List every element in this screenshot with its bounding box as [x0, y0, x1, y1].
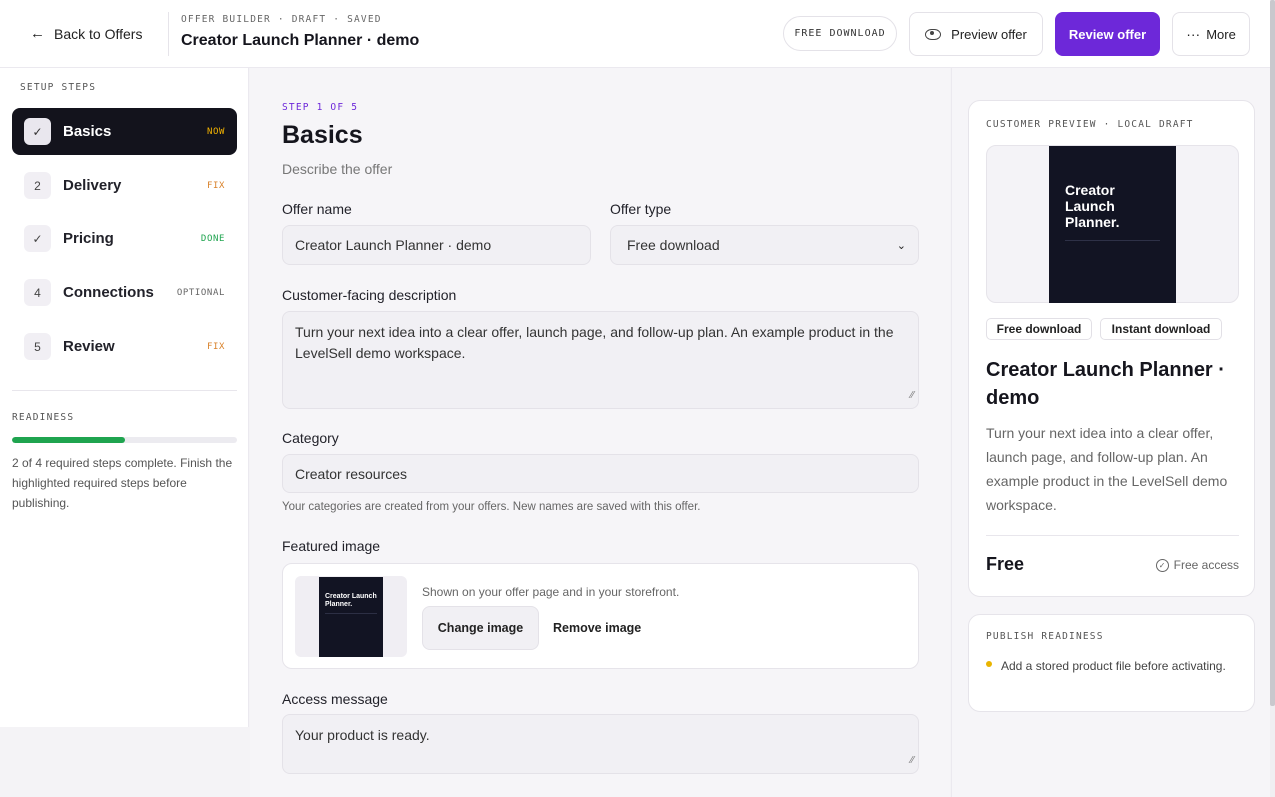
- access-text: Free access: [1173, 558, 1239, 572]
- publish-readiness-label: PUBLISH READINESS: [986, 631, 1104, 642]
- preview-description: Turn your next idea into a clear offer, …: [986, 425, 1228, 513]
- description-value: Turn your next idea into a clear offer, …: [295, 324, 894, 361]
- cover-image-frame: Creator Launch Planner.: [986, 145, 1239, 303]
- offer-name-input[interactable]: Creator Launch Planner · demo: [282, 225, 591, 265]
- tag-chip: Free download: [986, 318, 1092, 340]
- preview-panel: CUSTOMER PREVIEW · LOCAL DRAFT Creator L…: [951, 68, 1270, 797]
- publish-readiness-item: Add a stored product file before activat…: [1001, 659, 1226, 673]
- step-basics[interactable]: ✓ Basics NOW: [12, 108, 237, 155]
- cover-divider: [1065, 240, 1160, 241]
- scrollbar-thumb[interactable]: [1270, 0, 1275, 706]
- offer-type-value: Free download: [627, 237, 720, 253]
- resize-handle-icon[interactable]: ⁄⁄: [911, 750, 914, 771]
- main-form: STEP 1 OF 5 Basics Describe the offer Of…: [250, 68, 950, 797]
- step-status-badge: FIX: [206, 180, 225, 191]
- warning-dot-icon: [986, 661, 992, 667]
- header-divider: [168, 12, 169, 56]
- section-title: Basics: [282, 121, 363, 149]
- access-message-label: Access message: [282, 691, 388, 707]
- featured-image-thumbnail: Creator Launch Planner.: [295, 576, 407, 657]
- readiness-text: 2 of 4 required steps complete. Finish t…: [12, 456, 233, 510]
- section-subtitle: Describe the offer: [282, 161, 393, 177]
- step-status-badge: OPTIONAL: [176, 287, 225, 298]
- more-dots-icon: ···: [1186, 26, 1201, 42]
- step-delivery[interactable]: 2 Delivery FIX: [12, 162, 237, 209]
- access-message-value: Your product is ready.: [295, 727, 430, 743]
- more-button[interactable]: ··· More: [1172, 12, 1250, 56]
- customer-preview-label: CUSTOMER PREVIEW · LOCAL DRAFT: [986, 119, 1194, 130]
- preview-price: Free: [986, 554, 1025, 574]
- review-offer-label: Review offer: [1068, 26, 1147, 42]
- preview-divider: [986, 535, 1239, 536]
- preview-offer-button[interactable]: Preview offer: [909, 12, 1043, 56]
- preview-offer-label: Preview offer: [951, 26, 1027, 42]
- customer-preview-card: CUSTOMER PREVIEW · LOCAL DRAFT Creator L…: [968, 100, 1255, 597]
- step-label: Review: [63, 338, 115, 355]
- featured-image-label: Featured image: [282, 538, 381, 554]
- featured-image-card: Creator Launch Planner. Shown on your of…: [282, 563, 919, 669]
- back-to-offers-link[interactable]: ← Back to Offers: [30, 25, 142, 42]
- category-input[interactable]: Creator resources: [282, 454, 919, 493]
- step-number: 5: [24, 333, 51, 360]
- category-value: Creator resources: [295, 465, 408, 482]
- step-number: 2: [24, 172, 51, 199]
- top-bar: ← Back to Offers OFFER BUILDER · DRAFT ·…: [0, 0, 1270, 68]
- step-label: Pricing: [63, 230, 114, 247]
- sidebar-divider: [12, 390, 237, 391]
- check-icon: ✓: [24, 225, 51, 252]
- offer-type-pill[interactable]: FREE DOWNLOAD: [783, 16, 897, 51]
- step-status-badge: FIX: [206, 341, 225, 352]
- arrow-left-icon: ←: [30, 25, 45, 42]
- step-pricing[interactable]: ✓ Pricing DONE: [12, 215, 237, 262]
- breadcrumb: OFFER BUILDER · DRAFT · SAVED: [181, 14, 382, 25]
- readiness-label: READINESS: [12, 412, 75, 423]
- publish-readiness-card: PUBLISH READINESS Add a stored product f…: [968, 614, 1255, 712]
- step-label: Basics: [63, 123, 112, 140]
- step-status-badge: NOW: [206, 126, 225, 137]
- access-indicator: ✓ Free access: [1155, 558, 1239, 572]
- step-review[interactable]: 5 Review FIX: [12, 323, 237, 370]
- step-connections[interactable]: 4 Connections OPTIONAL: [12, 269, 237, 316]
- review-offer-button[interactable]: Review offer: [1055, 12, 1160, 56]
- step-label: Connections: [63, 284, 154, 301]
- readiness-progress-fill: [12, 437, 125, 443]
- description-label: Customer-facing description: [282, 287, 457, 303]
- page-title: Creator Launch Planner · demo: [181, 32, 420, 49]
- setup-steps-label: SETUP STEPS: [20, 82, 97, 93]
- check-circle-icon: ✓: [1155, 558, 1169, 572]
- access-message-textarea[interactable]: Your product is ready. ⁄⁄: [282, 714, 919, 774]
- offer-type-label: Offer type: [610, 201, 672, 217]
- step-indicator: STEP 1 OF 5: [282, 102, 359, 113]
- chevron-down-icon: ⌄: [896, 239, 906, 252]
- tag-chip: Instant download: [1100, 318, 1222, 340]
- eye-icon: [925, 28, 942, 40]
- featured-image-hint: Shown on your offer page and in your sto…: [422, 585, 680, 599]
- category-label: Category: [282, 430, 339, 446]
- offer-name-label: Offer name: [282, 201, 352, 217]
- step-number: 4: [24, 279, 51, 306]
- setup-sidebar: SETUP STEPS ✓ Basics NOW 2 Delivery FIX …: [0, 68, 249, 727]
- readiness-progress-bar: [12, 437, 237, 443]
- more-label: More: [1206, 26, 1236, 42]
- category-hint: Your categories are created from your of…: [282, 501, 701, 513]
- step-status-badge: DONE: [200, 233, 225, 244]
- step-label: Delivery: [63, 177, 122, 194]
- description-textarea[interactable]: Turn your next idea into a clear offer, …: [282, 311, 919, 409]
- thumb-divider: [325, 613, 377, 614]
- page-scrollbar[interactable]: [1270, 0, 1275, 797]
- back-label: Back to Offers: [54, 25, 143, 42]
- offer-type-select[interactable]: Free download ⌄: [610, 225, 919, 265]
- change-image-button[interactable]: Change image: [422, 606, 539, 650]
- cover-title: Creator Launch Planner.: [1065, 182, 1120, 230]
- cover-image: Creator Launch Planner.: [1049, 146, 1176, 303]
- offer-name-value: Creator Launch Planner · demo: [295, 237, 492, 253]
- remove-image-button[interactable]: Remove image: [553, 606, 653, 650]
- cover-thumbnail: Creator Launch Planner.: [319, 577, 383, 657]
- resize-handle-icon[interactable]: ⁄⁄: [911, 385, 914, 406]
- thumb-title: Creator Launch Planner.: [325, 593, 377, 608]
- check-icon: ✓: [24, 118, 51, 145]
- preview-title: Creator Launch Planner · demo: [986, 359, 1225, 409]
